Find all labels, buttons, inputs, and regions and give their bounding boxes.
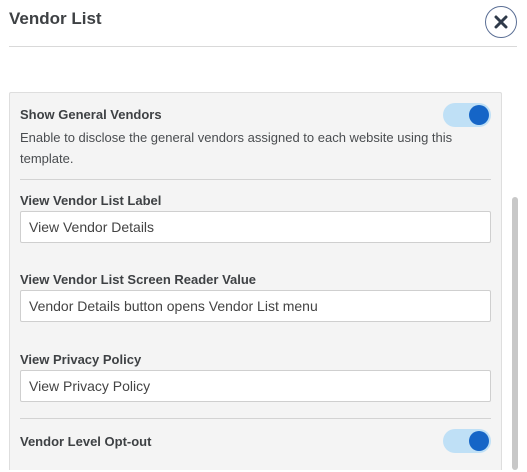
vendor-level-opt-out-label: Vendor Level Opt-out	[20, 434, 152, 449]
close-x-icon	[494, 15, 508, 29]
section-divider	[20, 418, 491, 419]
vendor-level-opt-out-toggle[interactable]	[443, 429, 491, 453]
close-button[interactable]	[485, 6, 517, 38]
show-general-vendors-toggle[interactable]	[443, 103, 491, 127]
toggle-knob	[469, 105, 489, 125]
screen-reader-value-label: View Vendor List Screen Reader Value	[20, 272, 257, 287]
view-privacy-policy-label: View Privacy Policy	[20, 352, 142, 367]
modal-title: Vendor List	[9, 9, 102, 28]
screen-reader-value-input[interactable]	[20, 290, 491, 322]
show-general-vendors-description: Enable to disclose the general vendors a…	[20, 130, 453, 166]
scrollbar-thumb[interactable]	[512, 197, 518, 470]
section-divider	[20, 179, 491, 180]
header-divider	[9, 46, 517, 47]
view-vendor-list-label-input[interactable]	[20, 211, 491, 243]
view-privacy-policy-input[interactable]	[20, 370, 491, 402]
modal-header: Vendor List	[0, 0, 527, 47]
view-vendor-list-label-label: View Vendor List Label	[20, 193, 162, 208]
show-general-vendors-label: Show General Vendors	[20, 107, 162, 122]
toggle-knob	[469, 431, 489, 451]
